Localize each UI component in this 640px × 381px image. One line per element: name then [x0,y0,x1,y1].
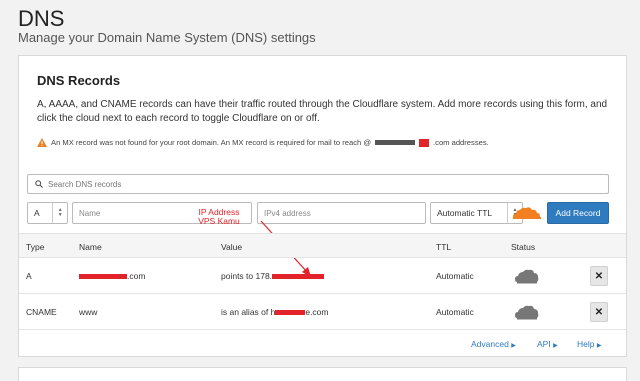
record-name: www [79,307,98,317]
advanced-label: Advanced [471,339,509,349]
grey-cloud-icon[interactable] [514,267,540,285]
help-link[interactable]: Help ▶ [577,339,601,349]
search-input[interactable]: Search DNS records [27,174,609,194]
record-name-suffix: .com [127,271,146,281]
advanced-link[interactable]: Advanced ▶ [471,339,516,349]
dns-records-card: DNS Records A, AAAA, and CNAME records c… [18,55,627,357]
warning-text-suffix: .com addresses. [433,138,489,147]
record-value-prefix: points to 178. [221,271,273,281]
close-icon: ✕ [594,306,604,318]
record-ttl: Automatic [436,271,474,281]
table-row[interactable]: CNAME www is an alias of h e.com Automati… [19,294,626,330]
record-value: is an alias of h e.com [221,307,329,317]
header-status: Status [511,242,536,252]
redacted-domain [275,310,306,316]
annotation-label: IP Address VPS Kamu [198,207,240,226]
ttl-select[interactable]: Automatic TTL ▲▼ [430,202,523,224]
delete-record-button[interactable]: ✕ [590,266,608,286]
stepper-icon: ▲▼ [52,203,67,223]
close-icon: ✕ [594,270,604,282]
redacted-domain [375,140,416,145]
orange-cloud-icon[interactable] [512,206,542,220]
table-row[interactable]: A .com points to 178. Automatic ✕ [19,258,626,294]
help-label: Help [577,339,595,349]
redaction-mark [419,138,430,147]
record-type: A [26,271,32,281]
page-title: DNS [18,6,65,31]
api-link[interactable]: API ▶ [537,339,558,349]
add-record-button[interactable]: Add Record [547,202,609,224]
next-card [18,367,627,381]
chevron-right-icon: ▶ [511,343,516,349]
grey-cloud-icon[interactable] [514,303,540,321]
warning-text-prefix: An MX record was not found for your root… [51,138,372,147]
record-name: .com [79,271,145,281]
chevron-right-icon: ▶ [596,343,602,349]
chevron-right-icon: ▶ [553,343,558,349]
record-value-prefix: is an alias of h [221,307,276,317]
record-value: points to 178. [221,271,325,281]
header-type: Type [26,242,45,252]
warning-icon [37,138,47,147]
card-title: DNS Records [37,73,121,88]
header-value: Value [221,242,243,252]
api-label: API [537,339,551,349]
search-icon [35,180,43,188]
redacted-ip [272,274,325,280]
search-placeholder: Search DNS records [48,179,122,189]
record-value-suffix: e.com [305,307,329,317]
ttl-value: Automatic TTL [437,208,493,218]
record-type-value: A [34,208,40,218]
card-description: A, AAAA, and CNAME records can have thei… [37,99,608,124]
delete-record-button[interactable]: ✕ [590,302,608,322]
record-type: CNAME [26,307,57,317]
page-subtitle: Manage your Domain Name System (DNS) set… [18,30,316,45]
header-ttl: TTL [436,242,452,252]
record-ttl: Automatic [436,307,474,317]
table-header: Type Name Value TTL Status [19,233,626,258]
record-type-select[interactable]: A ▲ ▼ [27,202,68,224]
mx-warning: An MX record was not found for your root… [37,138,489,147]
header-name: Name [79,242,102,252]
redacted-name [79,274,127,280]
